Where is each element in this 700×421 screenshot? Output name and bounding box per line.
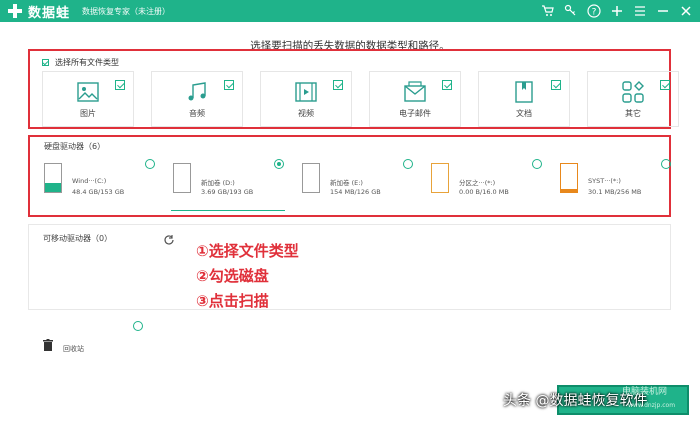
file-type-label: 其它 [625,109,641,118]
file-type-checkbox[interactable] [551,80,561,90]
select-all-label: 选择所有文件类型 [55,58,119,67]
file-type-audio[interactable]: 音频 [151,71,243,127]
email-icon [403,80,427,104]
drive-item[interactable]: SYST···(*:) 30.1 MB/256 MB [560,157,689,209]
plus-logo-icon [6,2,24,20]
drive-name: Wind···(C:) [72,177,107,185]
file-type-checkbox[interactable] [442,80,452,90]
plus-icon[interactable] [608,2,625,19]
music-icon [185,80,209,104]
drive-item[interactable]: Wind···(C:) 48.4 GB/153 GB [44,157,173,209]
svg-text:?: ? [591,7,596,17]
drive-size: 3.69 GB/193 GB [201,188,254,196]
drive-radio[interactable] [274,159,284,169]
file-type-document[interactable]: 文档 [478,71,570,127]
app-logo: 数据蛙 [6,2,70,21]
drive-item[interactable]: 新加卷 (D:) 3.69 GB/193 GB [171,157,302,211]
drive-usage-fill [45,183,61,192]
recycle-bin-label: 回收站 [63,345,84,353]
refresh-icon[interactable] [163,231,175,245]
drive-size: 30.1 MB/256 MB [588,188,642,196]
drive-name: 新加卷 (E:) [330,179,363,187]
removable-drives-section: 可移动驱动器（0） [28,224,671,310]
menu-icon[interactable] [631,2,648,19]
file-type-video[interactable]: 视频 [260,71,352,127]
drive-item[interactable]: 新加卷 (E:) 154 MB/126 GB [302,157,431,209]
file-type-checkbox[interactable] [224,80,234,90]
app-subtitle: 数据恢复专家（未注册） [82,6,171,16]
document-icon [512,80,536,104]
drive-size: 0.00 B/16.0 MB [459,188,509,196]
drive-icon [173,163,191,193]
watermark-site-name: 电脑装机网 [622,387,668,397]
title-bar: 数据蛙 数据恢复专家（未注册） ? [0,0,700,22]
annotation-step-1: ①选择文件类型 [196,242,299,260]
hard-drives-title: 硬盘驱动器（6） [44,142,106,151]
checkbox-icon [42,59,49,66]
drive-radio[interactable] [532,159,542,169]
selected-underline [171,210,285,211]
drive-icon [302,163,320,193]
select-all-checkbox[interactable]: 选择所有文件类型 [42,57,119,68]
file-type-image[interactable]: 图片 [42,71,134,127]
video-icon [294,80,318,104]
recycle-bin-radio[interactable] [133,321,143,331]
minimize-icon[interactable] [654,2,671,19]
watermark-site-url: www.dnzjp.com [628,402,676,409]
drive-icon [44,163,62,193]
drive-radio[interactable] [403,159,413,169]
app-name: 数据蛙 [28,5,71,21]
image-icon [76,80,100,104]
drive-name: SYST···(*:) [588,177,621,185]
other-icon [621,80,645,104]
drive-radio[interactable] [661,159,671,169]
file-type-label: 音频 [189,109,205,118]
trash-icon [43,336,53,351]
file-type-checkbox[interactable] [333,80,343,90]
cart-icon[interactable] [539,2,556,19]
annotation-step-2: ②勾选磁盘 [196,267,269,285]
removable-drives-title: 可移动驱动器（0） [43,234,113,243]
file-type-checkbox[interactable] [115,80,125,90]
drive-item[interactable]: 分区之···(*:) 0.00 B/16.0 MB [431,157,560,209]
file-types-section: 选择所有文件类型 图片 音频 视频 电子邮件 文档 其它 [28,49,679,129]
file-type-email[interactable]: 电子邮件 [369,71,461,127]
file-type-other[interactable]: 其它 [587,71,679,127]
drive-size: 154 MB/126 GB [330,188,381,196]
file-type-label: 视频 [298,109,314,118]
file-type-checkbox[interactable] [660,80,670,90]
drive-name: 新加卷 (D:) [201,179,235,187]
file-type-label: 文档 [516,109,532,118]
drive-radio[interactable] [145,159,155,169]
annotation-step-3: ③点击扫描 [196,292,269,310]
help-icon[interactable]: ? [585,2,602,19]
drive-icon [431,163,449,193]
key-icon[interactable] [562,2,579,19]
drive-icon [560,163,578,193]
hard-drives-section: 硬盘驱动器（6） Wind···(C:) 48.4 GB/153 GB 新加卷 … [28,135,671,217]
file-type-label: 电子邮件 [399,109,431,118]
drive-usage-fill [561,188,577,192]
file-type-label: 图片 [80,109,96,118]
drive-size: 48.4 GB/153 GB [72,188,125,196]
drive-name: 分区之···(*:) [459,179,496,187]
close-icon[interactable] [677,2,694,19]
